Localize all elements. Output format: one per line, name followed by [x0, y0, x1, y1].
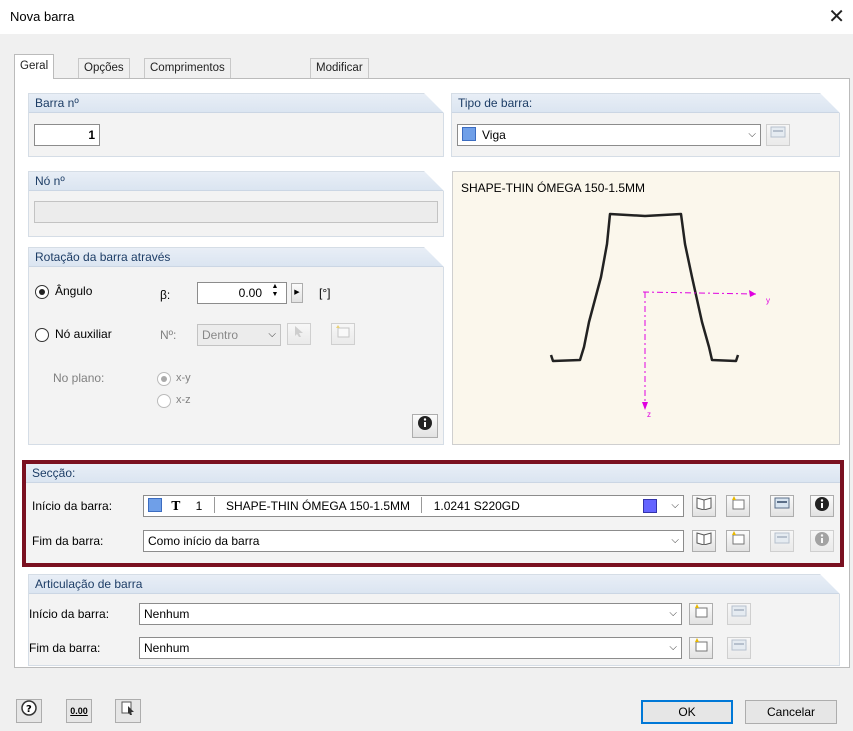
- hinge-start-value: Nenhum: [144, 607, 190, 621]
- edit-icon[interactable]: [766, 124, 790, 146]
- new-icon[interactable]: [689, 637, 713, 659]
- seccao-fim-label: Fim da barra:: [32, 534, 104, 548]
- group-heading: Rotação da barra através: [29, 247, 444, 267]
- edit-icon[interactable]: [727, 637, 751, 659]
- axis-z-label: z: [647, 410, 651, 419]
- group-heading: Barra nº: [29, 93, 444, 113]
- tab-comprimentos-efetivos[interactable]: Comprimentos efetivos: [144, 58, 231, 92]
- seccao-inicio-label: Início da barra:: [32, 499, 113, 513]
- color-swatch: [462, 127, 476, 141]
- beta-label: β:: [160, 288, 171, 302]
- dentro-value: Dentro: [202, 328, 239, 342]
- new-icon[interactable]: [726, 495, 750, 517]
- edit-icon[interactable]: [727, 603, 751, 625]
- angulo-label: Ângulo: [55, 284, 93, 298]
- hinge-start-select[interactable]: Nenhum ⌵: [139, 603, 682, 625]
- pick-icon[interactable]: [287, 323, 311, 345]
- separator: [421, 497, 423, 513]
- radio-plano-xz[interactable]: [157, 394, 171, 408]
- thin-section-icon: T: [171, 499, 181, 513]
- info-icon[interactable]: [810, 495, 834, 517]
- group-heading: Tipo de barra:: [452, 93, 840, 113]
- arrow-right-icon[interactable]: ▶: [291, 283, 303, 303]
- library-icon[interactable]: [692, 495, 716, 517]
- xz-label: x-z: [176, 394, 191, 406]
- group-tipo-barra: Tipo de barra: Viga ⌵: [451, 93, 840, 157]
- radio-no-auxiliar[interactable]: [35, 328, 49, 342]
- articulacao-fim-label: Fim da barra:: [29, 641, 101, 655]
- no-auxiliar-label: Nó auxiliar: [55, 327, 112, 341]
- chevron-down-icon: ⌵: [268, 329, 276, 340]
- group-heading: Articulação de barra: [29, 574, 840, 594]
- units-icon[interactable]: 0.00: [66, 699, 92, 723]
- seccao-highlight: Secção: Início da barra: T 1 SHAPE-THIN …: [22, 460, 844, 567]
- tab-opcoes[interactable]: Opções: [78, 58, 130, 78]
- pick-icon[interactable]: [115, 699, 141, 723]
- spin-icon[interactable]: ▲ ▼: [269, 283, 281, 303]
- ok-button[interactable]: OK: [641, 700, 733, 724]
- new-icon[interactable]: [726, 530, 750, 552]
- info-icon[interactable]: [412, 414, 438, 438]
- section-preview: SHAPE-THIN ÓMEGA 150-1.5MM y z: [452, 171, 840, 445]
- group-articulacao: Articulação de barra Início da barra: Ne…: [28, 574, 840, 666]
- chevron-down-icon: ⌵: [748, 129, 756, 140]
- articulacao-inicio-label: Início da barra:: [29, 607, 110, 621]
- section-end-value: Como início da barra: [148, 534, 260, 548]
- dentro-select[interactable]: Dentro ⌵: [197, 324, 281, 346]
- chevron-down-icon: ⌵: [671, 500, 679, 511]
- section-number: 1: [195, 499, 203, 513]
- hinge-end-value: Nenhum: [144, 641, 190, 655]
- edit-icon[interactable]: [770, 530, 794, 552]
- group-heading: Nó nº: [29, 171, 444, 191]
- new-icon[interactable]: [331, 323, 355, 345]
- group-no-no: Nó nº: [28, 171, 444, 237]
- tab-modificar-rigidez[interactable]: Modificar rigidez: [310, 58, 369, 92]
- chevron-down-icon: ⌵: [669, 642, 677, 653]
- barra-number-input[interactable]: 1: [34, 124, 100, 146]
- edit-icon[interactable]: [770, 495, 794, 517]
- new-icon[interactable]: [689, 603, 713, 625]
- unit-label: [°]: [319, 286, 331, 300]
- section-name: SHAPE-THIN ÓMEGA 150-1.5MM: [226, 499, 411, 513]
- hinge-end-select[interactable]: Nenhum ⌵: [139, 637, 682, 659]
- separator: [213, 497, 215, 513]
- tipo-barra-value: Viga: [482, 128, 506, 142]
- radio-plano-xy[interactable]: [157, 372, 171, 386]
- section-start-select[interactable]: T 1 SHAPE-THIN ÓMEGA 150-1.5MM 1.0241 S2…: [143, 495, 684, 517]
- axis-y-label: y: [766, 296, 770, 305]
- tab-geral[interactable]: Geral: [14, 54, 55, 79]
- group-rotacao: Rotação da barra através Ângulo β: 0.00 …: [28, 247, 444, 445]
- help-icon[interactable]: ?: [16, 699, 42, 723]
- no-number-input[interactable]: [34, 201, 438, 223]
- tipo-barra-select[interactable]: Viga ⌵: [457, 124, 761, 146]
- svg-text:?: ?: [26, 704, 32, 715]
- section-drawing: [549, 212, 757, 410]
- chevron-down-icon: ⌵: [669, 608, 677, 619]
- xy-label: x-y: [176, 372, 191, 384]
- window-title: Nova barra: [10, 9, 75, 24]
- plano-label: No plano:: [53, 371, 105, 385]
- info-icon[interactable]: [810, 530, 834, 552]
- color-swatch: [148, 498, 162, 512]
- seccao-heading: Secção:: [26, 464, 840, 483]
- section-material: 1.0241 S220GD: [433, 499, 520, 513]
- radio-angulo[interactable]: [35, 285, 49, 299]
- close-icon[interactable]: ✕: [828, 4, 845, 29]
- group-barra-no: Barra nº 1: [28, 93, 444, 157]
- library-icon[interactable]: [692, 530, 716, 552]
- n-label: Nº:: [160, 328, 177, 342]
- section-end-select[interactable]: Como início da barra ⌵: [143, 530, 684, 552]
- cancel-button[interactable]: Cancelar: [745, 700, 837, 724]
- chevron-down-icon: ⌵: [671, 535, 679, 546]
- title-bar: Nova barra ✕: [0, 0, 853, 34]
- material-color-swatch: [643, 499, 657, 513]
